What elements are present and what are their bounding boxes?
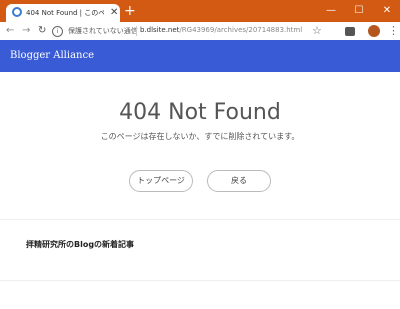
blog-name[interactable]: Blogger Alliance [10,50,94,61]
error-message: このページは存在しないか、すでに削除されています。 [100,132,300,141]
reload-icon[interactable]: ↻ [38,22,46,40]
tab-close-icon[interactable]: ✕ [110,5,118,21]
browser-toolbar: ← → ↻ i 保護されていない通信 b.dlsite.net/RG43969/… [0,22,400,41]
profile-avatar[interactable] [368,25,380,37]
maximize-icon[interactable]: ☐ [346,0,372,22]
address-separator [136,26,137,36]
window-close-icon[interactable]: ✕ [374,0,400,22]
insecure-label: 保護されていない通信 [68,27,138,35]
section-divider [0,219,400,220]
address-bar[interactable]: i 保護されていない通信 b.dlsite.net/RG43969/archiv… [52,24,328,38]
bookmark-star-icon[interactable]: ☆ [312,22,322,40]
url-domain: b.dlsite.net [140,26,180,34]
blog-header: Blogger Alliance [0,40,400,72]
browser-tab[interactable]: 404 Not Found | このページは存在しません ✕ [6,4,120,22]
extension-icon[interactable] [345,27,355,36]
section-divider-bottom [0,280,400,281]
latest-posts-title: 拝精研究所のBlogの新着記事 [26,240,135,249]
forward-arrow-icon[interactable]: → [22,22,30,40]
info-icon[interactable]: i [52,26,63,37]
top-page-button[interactable]: トップページ [129,170,193,192]
browser-titlebar: 404 Not Found | このページは存在しません ✕ + — ☐ ✕ [0,0,400,22]
error-heading: 404 Not Found [119,100,281,125]
url-text: b.dlsite.net/RG43969/archives/20714883.h… [140,26,302,34]
url-path: /RG43969/archives/20714883.html [179,26,303,34]
back-button[interactable]: 戻る [207,170,271,192]
new-tab-icon[interactable]: + [124,2,136,20]
back-arrow-icon[interactable]: ← [6,22,14,40]
tab-favicon-icon [12,7,22,17]
tab-title: 404 Not Found | このページは存在しません [26,9,104,17]
minimize-icon[interactable]: — [318,0,344,22]
browser-menu-icon[interactable]: ⋮ [388,22,399,40]
